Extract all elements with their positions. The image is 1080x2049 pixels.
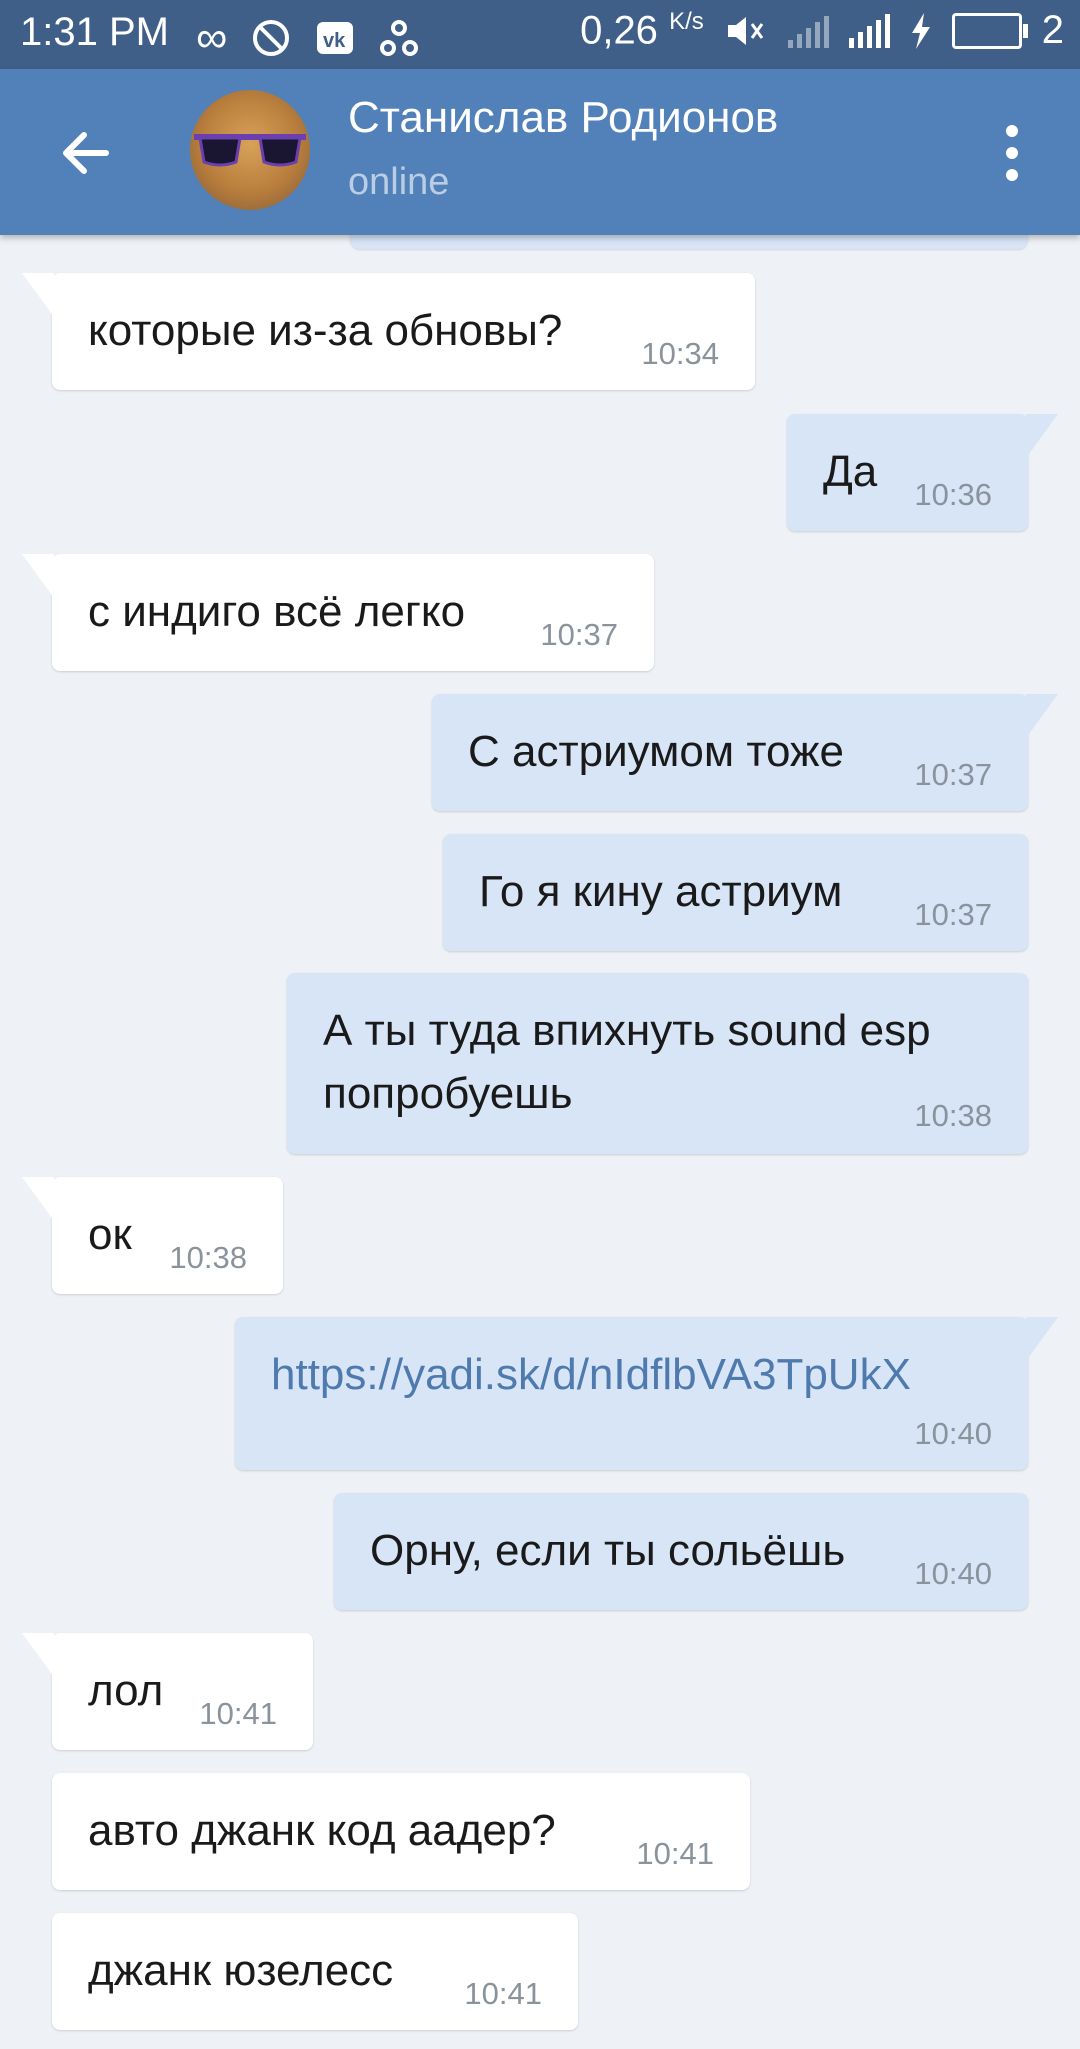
message-time: 10:40 [914, 1556, 992, 1591]
avatar[interactable] [190, 90, 310, 210]
charging-icon [911, 12, 930, 49]
message-bubble[interactable]: лол 10:41 [22, 1633, 313, 1750]
message-text: лол [88, 1666, 164, 1715]
message-time: 10:38 [169, 1240, 247, 1275]
message-time: 10:37 [914, 897, 992, 932]
battery-level: 2 [1041, 8, 1064, 53]
status-bar: 1:31 PM ∞ vk 0,26 K/s 2 [0, 0, 1080, 69]
bubble-tail [22, 273, 54, 317]
message-bubble[interactable]: А ты туда впихнуть sound esp попробуешь … [287, 973, 1028, 1154]
status-icons-right: 0,26 K/s 2 [580, 8, 1064, 53]
status-icons-left: ∞ vk [196, 13, 419, 63]
message-text: Да [823, 447, 878, 496]
mute-icon [727, 16, 763, 45]
message-time: 10:37 [540, 617, 618, 652]
message-text: С астриумом тоже [468, 727, 844, 776]
status-time: 1:31 PM [20, 10, 169, 54]
message-bubble[interactable]: джанк юзелесс 10:41 [52, 1913, 578, 2030]
message-text: джанк юзелесс [88, 1946, 394, 1995]
message-text: с индиго всё легко [88, 587, 466, 636]
message-bubble[interactable]: авто джанк код аадер? 10:41 [52, 1773, 750, 1890]
message-time: 10:38 [914, 1098, 992, 1133]
sunglasses-icon [194, 134, 306, 167]
bubble-tail [1026, 414, 1058, 458]
message-time: 10:36 [914, 477, 992, 512]
contact-status: online [348, 161, 450, 203]
message-link[interactable]: https://yadi.sk/d/nIdflbVA3TpUkX [271, 1350, 911, 1400]
message-time: 10:34 [641, 336, 719, 371]
message-bubble[interactable]: Го я кину астриум 10:37 [443, 834, 1028, 951]
bubble-tail [22, 1633, 54, 1677]
network-speed: 0,26 K/s [580, 8, 704, 53]
back-arrow-icon[interactable] [54, 121, 118, 185]
message-bubble[interactable]: Да 10:36 [787, 414, 1058, 531]
message-text: А ты туда впихнуть sound esp [323, 1006, 931, 1055]
chat-header: Станислав Родионов online [0, 69, 1080, 235]
message-time: 10:41 [636, 1836, 714, 1871]
bubble-tail [1026, 1317, 1058, 1361]
bubble-tail [22, 554, 54, 598]
message-bubble[interactable]: Орну, если ты сольёшь 10:40 [334, 1493, 1028, 1610]
signal-icon-2 [848, 13, 890, 48]
message-bubble[interactable]: https://yadi.sk/d/nIdflbVA3TpUkX 10:40 [235, 1317, 1058, 1470]
more-menu-icon[interactable] [1000, 125, 1024, 185]
message-bubble[interactable]: которые из-за обновы? 10:34 [22, 273, 755, 390]
message-text: Го я кину астриум [479, 867, 843, 916]
network-icon [380, 20, 419, 56]
message-text-line2: попробуешь [323, 1069, 573, 1118]
message-text: которые из-за обновы? [88, 306, 563, 355]
battery-icon [951, 12, 1028, 49]
message-text: авто джанк код аадер? [88, 1806, 556, 1855]
message-time: 10:41 [199, 1696, 277, 1731]
message-bubble[interactable]: ок 10:38 [22, 1177, 283, 1294]
signal-icon [787, 14, 829, 48]
message-time: 10:37 [914, 757, 992, 792]
message-time: 10:40 [914, 1416, 992, 1451]
message-text: ок [88, 1210, 132, 1259]
message-time: 10:41 [464, 1976, 542, 2011]
vk-icon: vk [317, 22, 354, 54]
message-bubble[interactable]: С астриумом тоже 10:37 [432, 694, 1058, 811]
bubble-tail [1026, 694, 1058, 738]
blocked-icon [253, 20, 290, 56]
message-bubble[interactable]: с индиго всё легко 10:37 [22, 554, 654, 671]
svg-text:vk: vk [323, 30, 346, 52]
bubble-tail [22, 1177, 54, 1221]
message-text: Орну, если ты сольёшь [370, 1526, 846, 1575]
infinity-icon: ∞ [196, 13, 228, 62]
contact-name[interactable]: Станислав Родионов [348, 93, 778, 143]
